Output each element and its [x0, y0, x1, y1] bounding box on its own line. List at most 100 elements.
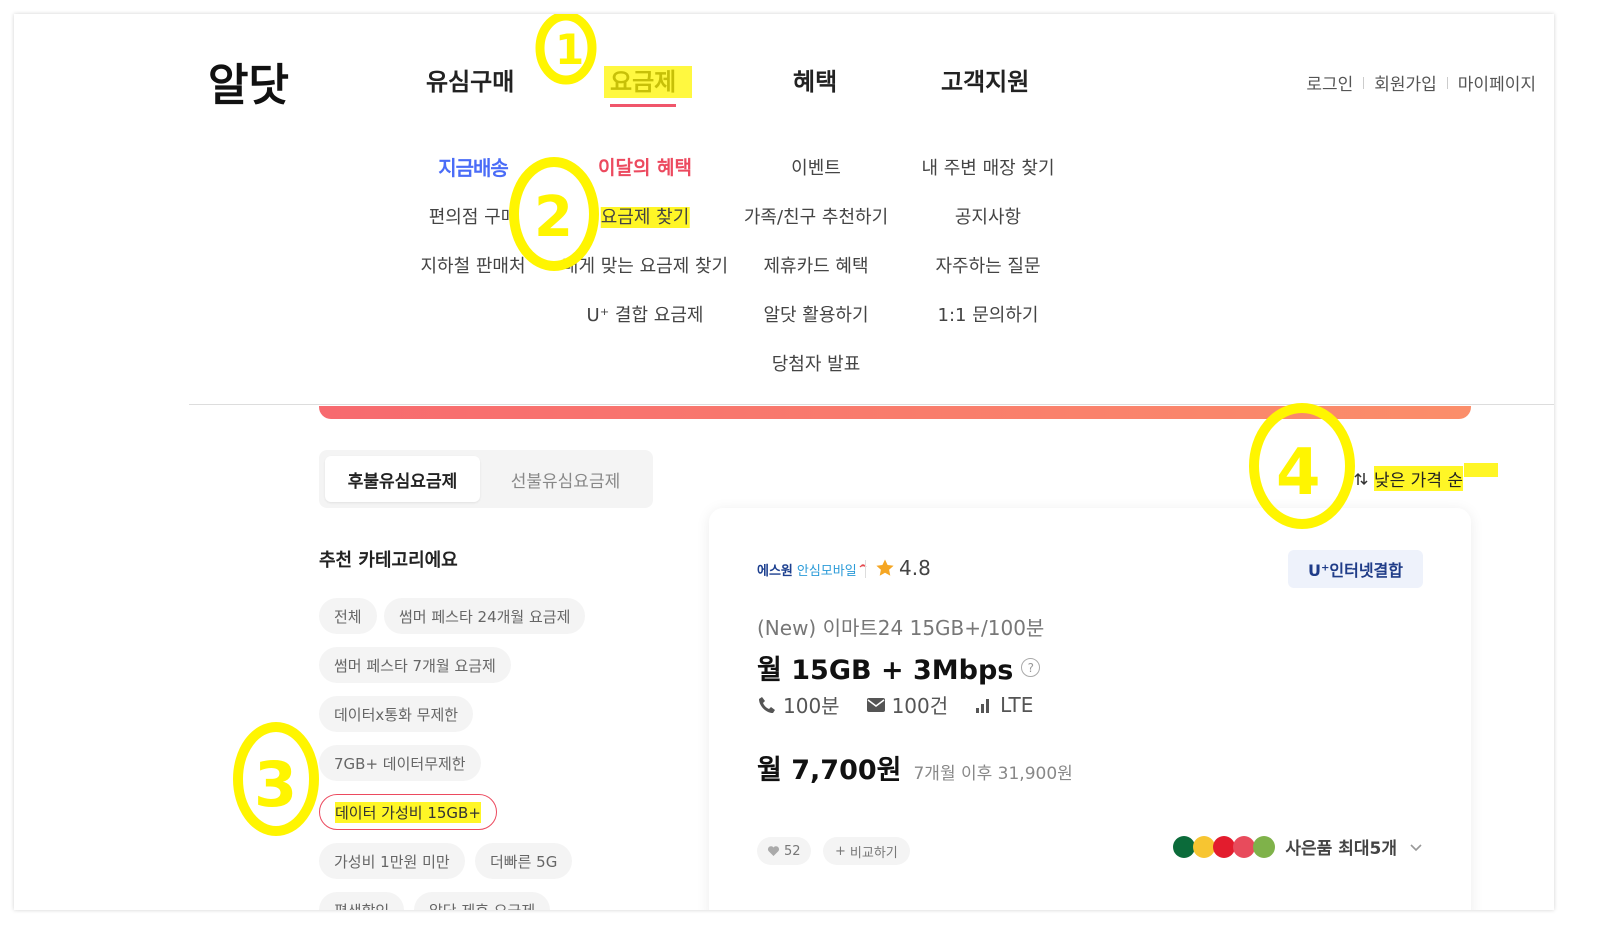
category-chip-under10k[interactable]: 가성비 1만원 미만 — [319, 843, 465, 879]
signal-icon — [859, 563, 867, 567]
internet-bundle-badge: U⁺인터넷결합 — [1287, 550, 1423, 588]
price-main: 월 7,700원 — [757, 755, 902, 786]
header-divider — [189, 404, 1554, 405]
plan-price: 월 7,700원 7개월 이후 31,900원 — [757, 748, 1073, 787]
nav-usim-purchase[interactable]: 유심구매 — [426, 62, 514, 97]
category-chip-15gb-label: 데이터 가성비 15GB+ — [335, 801, 481, 823]
carrier-logo: 에스원 안심모바일 — [757, 560, 868, 579]
submenu-convenience-store[interactable]: 편의점 구매 — [429, 203, 518, 229]
submenu-faq[interactable]: 자주하는 질문 — [935, 252, 1040, 278]
plan-card[interactable]: 에스원 안심모바일 4.8 U⁺인터넷결합 (New) 이마트24 15GB+/… — [709, 508, 1471, 910]
phone-icon — [759, 696, 775, 713]
signup-link[interactable]: 회원가입 — [1374, 70, 1437, 95]
spec-network-value: LTE — [1000, 692, 1034, 717]
gift-brand-icon — [1193, 835, 1216, 858]
submenu-subway-store[interactable]: 지하철 판매처 — [420, 252, 525, 278]
sort-highlight-streak — [1464, 463, 1498, 477]
util-separator — [1363, 76, 1365, 89]
gift-brand-icon — [1253, 835, 1276, 858]
submenu-winners[interactable]: 당첨자 발표 — [772, 350, 861, 376]
gift-brand-icon — [1173, 835, 1196, 858]
annotation-number-2: 2 — [534, 185, 573, 250]
rating-value: 4.8 — [899, 556, 931, 580]
nav-plans-label: 요금제 — [610, 68, 677, 96]
submenu-find-plan-label: 요금제 찾기 — [600, 207, 690, 228]
gradient-banner-edge — [319, 406, 1471, 419]
plus-icon: + — [835, 843, 846, 859]
spec-call-value: 100분 — [783, 694, 840, 718]
category-chip-lifetime-discount[interactable]: 평생할인 — [319, 892, 405, 910]
annotation-circle-3 — [233, 722, 319, 836]
mail-icon — [866, 697, 885, 712]
gifts-label: 사은품 최대5개 — [1285, 839, 1397, 859]
plan-data: 월 15GB + 3Mbps ? — [757, 648, 1041, 687]
logo-text: 알닷 — [208, 60, 289, 111]
category-chip-unlimited[interactable]: 데이터x통화 무제한 — [319, 696, 474, 732]
carrier-separator — [865, 560, 866, 578]
rating: 4.8 — [875, 556, 931, 580]
annotation-number-3: 3 — [254, 748, 297, 821]
spec-sms: 100건 — [866, 690, 949, 719]
price-after: 7개월 이후 31,900원 — [913, 764, 1073, 784]
tab-postpaid[interactable]: 후불유심요금제 — [325, 456, 480, 502]
plan-specs: 100분 100건 LTE — [757, 690, 1033, 719]
annotation-number-1: 1 — [555, 25, 584, 74]
plan-type-tabs: 후불유심요금제 선불유심요금제 — [319, 450, 653, 508]
gift-brand-icon — [1213, 835, 1236, 858]
signal-bars-icon — [976, 698, 990, 713]
nav-support[interactable]: 고객지원 — [941, 62, 1029, 97]
tab-prepaid[interactable]: 선불유심요금제 — [484, 456, 647, 502]
help-icon[interactable]: ? — [1021, 658, 1041, 677]
category-chip-summer7[interactable]: 썸머 페스타 7개월 요금제 — [319, 647, 511, 683]
annotation-circle-4 — [1249, 403, 1355, 529]
login-link[interactable]: 로그인 — [1306, 70, 1353, 95]
submenu-uplus-bundle[interactable]: U⁺ 결합 요금제 — [587, 301, 704, 327]
spec-network: LTE — [974, 693, 1033, 717]
nav-active-underline — [610, 104, 677, 107]
nav-benefits[interactable]: 혜택 — [793, 62, 837, 97]
submenu-find-plan[interactable]: 요금제 찾기 — [600, 203, 690, 229]
submenu-monthly-benefit[interactable]: 이달의 혜택 — [598, 153, 692, 180]
chevron-down-icon — [1410, 843, 1422, 851]
gift-brand-icons — [1173, 835, 1276, 858]
spec-call: 100분 — [757, 690, 840, 719]
category-chip-all[interactable]: 전체 — [319, 598, 377, 634]
submenu-referral[interactable]: 가족/친구 추천하기 — [744, 203, 888, 229]
submenu-notice[interactable]: 공지사항 — [955, 203, 1021, 229]
submenu-inquiry[interactable]: 1:1 문의하기 — [938, 301, 1039, 327]
compare-label: 비교하기 — [849, 845, 898, 861]
category-title: 추천 카테고리에요 — [319, 550, 458, 571]
category-chip-partner[interactable]: 알닷 제휴 요금제 — [414, 892, 551, 910]
carrier-name: 에스원 — [757, 564, 793, 579]
submenu-plan-recommend[interactable]: 내게 맞는 요금제 찾기 — [562, 252, 728, 278]
annotation-number-4: 4 — [1276, 436, 1321, 510]
sort-label: 낮은 가격 순 — [1374, 466, 1464, 491]
sort-dropdown[interactable]: 낮은 가격 순 — [1354, 466, 1464, 491]
nav-plans[interactable]: 요금제 — [610, 62, 677, 107]
annotation-circle-1 — [535, 14, 597, 85]
heart-icon — [767, 846, 780, 856]
gift-brand-icon — [1233, 835, 1256, 858]
submenu-now-delivery[interactable]: 지금배송 — [438, 152, 509, 181]
submenu-event[interactable]: 이벤트 — [791, 154, 841, 180]
category-chip-summer24[interactable]: 썸머 페스타 24개월 요금제 — [384, 598, 586, 634]
compare-button[interactable]: + 비교하기 — [823, 837, 910, 865]
util-links: 로그인 회원가입 마이페이지 — [1306, 70, 1536, 95]
category-chip-5g[interactable]: 더빠른 5G — [475, 843, 573, 879]
like-count: 52 — [784, 843, 801, 859]
submenu-store-locator[interactable]: 내 주변 매장 찾기 — [921, 154, 1054, 180]
logo[interactable]: 알닷 — [206, 52, 306, 114]
util-separator — [1446, 76, 1448, 89]
submenu-how-to-use[interactable]: 알닷 활용하기 — [763, 301, 868, 327]
category-chip-7gb[interactable]: 7GB+ 데이터무제한 — [319, 745, 481, 781]
like-button[interactable]: 52 — [757, 837, 811, 865]
spec-sms-value: 100건 — [891, 694, 949, 718]
gifts-dropdown[interactable]: 사은품 최대5개 — [1173, 834, 1423, 859]
page-frame: 알닷 유심구매 요금제 혜택 고객지원 로그인 회원가입 마이페이지 지금배송 … — [14, 14, 1554, 910]
sort-arrows-icon — [1354, 472, 1368, 485]
category-chip-15gb[interactable]: 데이터 가성비 15GB+ — [319, 794, 497, 830]
star-icon — [876, 559, 894, 576]
submenu-card-benefit[interactable]: 제휴카드 혜택 — [763, 252, 868, 278]
plan-name: (New) 이마트24 15GB+/100분 — [757, 616, 1045, 640]
mypage-link[interactable]: 마이페이지 — [1458, 70, 1536, 95]
